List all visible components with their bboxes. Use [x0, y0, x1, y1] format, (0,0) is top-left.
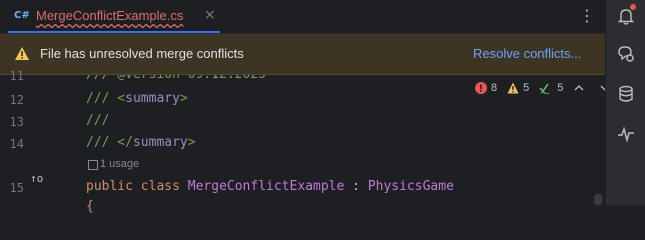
- right-tool-strip: [605, 0, 645, 205]
- tab-label: MergeConflictExample.cs: [36, 8, 184, 23]
- database-button[interactable]: [616, 84, 636, 104]
- ai-assistant-button[interactable]: [616, 44, 636, 64]
- line-number: 12: [9, 93, 24, 107]
- banner-message: File has unresolved merge conflicts: [40, 46, 244, 61]
- vertical-scrollbar[interactable]: [594, 194, 602, 205]
- usages-hint[interactable]: 1 usage: [100, 158, 139, 170]
- line-number: 14: [9, 137, 24, 151]
- warning-icon: [15, 47, 29, 60]
- line-number: 13: [9, 115, 24, 129]
- merge-conflict-banner: File has unresolved merge conflicts Reso…: [0, 34, 605, 75]
- tab-mergeconflictexample[interactable]: C# MergeConflictExample.cs ×: [0, 0, 228, 33]
- code-line-15: public class MergeConflictExample : Phys…: [86, 179, 454, 194]
- notification-badge: [630, 4, 636, 10]
- inspection-widget[interactable]: 8 5 5: [475, 80, 611, 96]
- database-icon: [619, 85, 633, 102]
- error-count: 8: [491, 82, 498, 94]
- code-line-13: ///: [86, 113, 110, 128]
- previous-highlight-icon[interactable]: [573, 82, 585, 94]
- warning-icon: [507, 82, 519, 94]
- editor: C# MergeConflictExample.cs × ⋮ File has …: [0, 0, 610, 214]
- active-tab-indicator: [8, 31, 220, 33]
- tab-bar: C# MergeConflictExample.cs × ⋮: [0, 0, 605, 34]
- implementation-gutter-icon[interactable]: ↑o: [30, 172, 43, 185]
- resolve-conflicts-link[interactable]: Resolve conflicts...: [473, 46, 581, 61]
- weak-warning-count: 5: [557, 82, 564, 94]
- line-number: 15: [9, 181, 24, 195]
- line-number: 11: [9, 69, 24, 83]
- csharp-file-icon: C#: [14, 10, 30, 21]
- warning-count: 5: [523, 82, 530, 94]
- weak-warning-icon: [539, 83, 550, 94]
- code-line-14: /// </summary>: [86, 135, 196, 150]
- more-options-icon[interactable]: ⋮: [579, 6, 595, 25]
- usage-icon: [88, 160, 98, 170]
- ai-assistant-icon: [618, 46, 634, 62]
- code-line-12: /// <summary>: [86, 91, 188, 106]
- activity-icon: [618, 126, 634, 143]
- notifications-button[interactable]: [616, 4, 636, 26]
- profiler-button[interactable]: [616, 124, 636, 144]
- close-icon[interactable]: ×: [204, 7, 216, 23]
- error-icon: [475, 82, 487, 94]
- code-line-16: {: [86, 199, 94, 214]
